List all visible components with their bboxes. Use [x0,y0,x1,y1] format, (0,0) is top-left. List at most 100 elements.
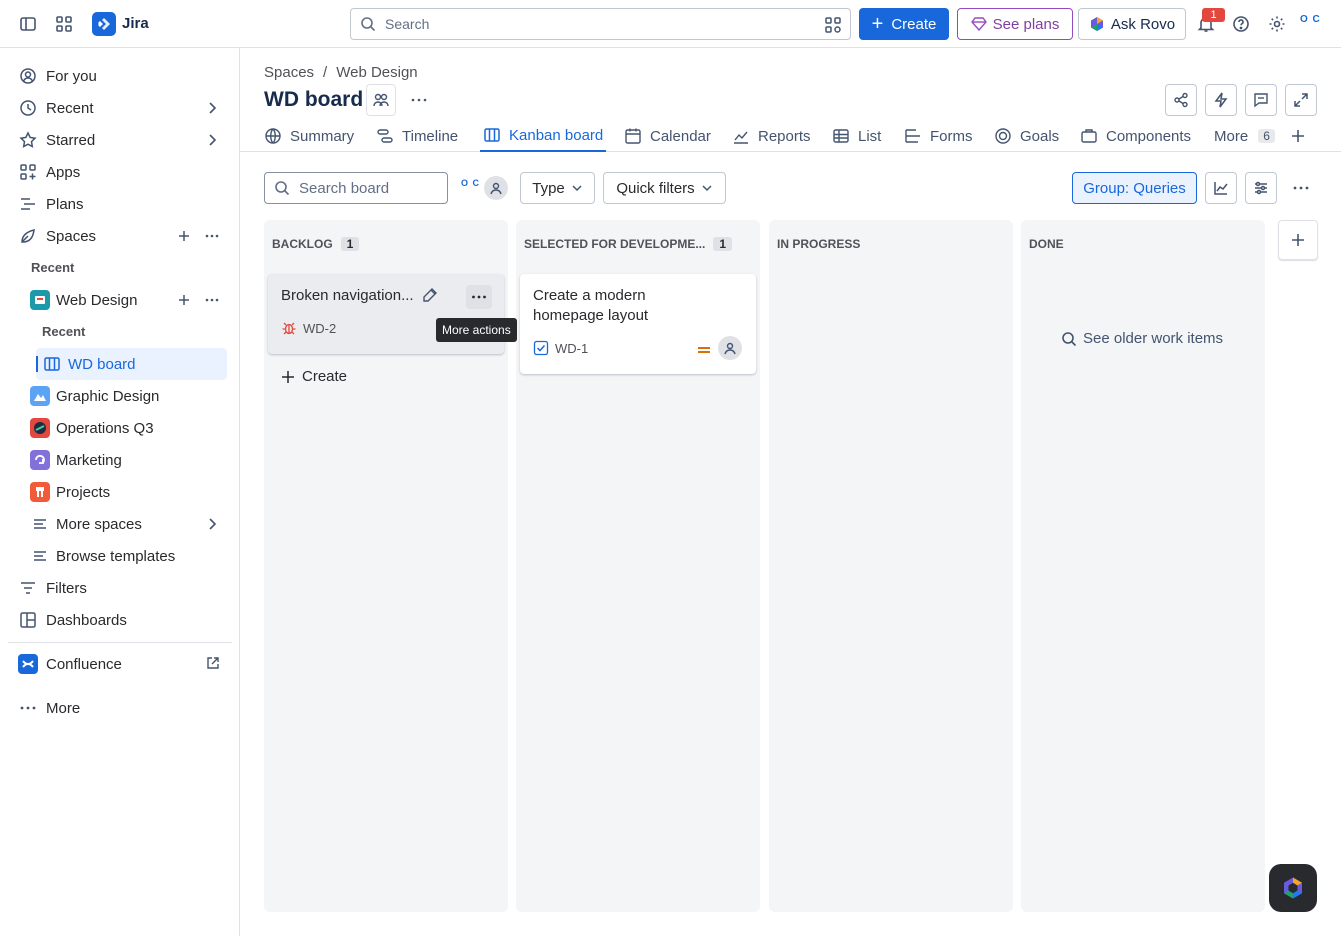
more-actions-icon[interactable] [1285,172,1317,204]
sidebar-item-confluence[interactable]: Confluence [8,648,228,680]
sidebar-item-browse-templates[interactable]: Browse templates [8,540,228,572]
chevron-right-icon[interactable] [204,100,220,116]
tab-forms[interactable]: Forms [904,120,973,152]
app-switcher-icon[interactable] [52,12,76,36]
view-settings-icon[interactable] [1245,172,1277,204]
add-space-icon[interactable] [176,228,192,244]
tab-more[interactable]: More 6 [1214,120,1275,152]
more-options-icon[interactable] [410,92,428,108]
add-tab-icon[interactable] [1290,120,1306,152]
feedback-icon[interactable] [1245,84,1277,116]
sidebar-label: Confluence [46,655,122,673]
share-icon[interactable] [1165,84,1197,116]
board-icon [484,128,500,142]
automation-lightning-icon[interactable] [1205,84,1237,116]
sidebar: For you Recent Starred Apps Plans Spaces… [0,48,240,936]
column-done: DONE See older work items [1021,220,1265,912]
operations-space-icon [30,418,50,438]
app-name[interactable]: Jira [122,15,149,32]
tab-summary[interactable]: Summary [264,120,354,152]
recent-section-label: Recent [31,260,75,275]
column-header: BACKLOG 1 [272,237,360,251]
sidebar-item-wd-board[interactable]: WD board [36,348,227,380]
sidebar-item-starred[interactable]: Starred [8,124,228,156]
card-wd-1[interactable]: Create a modern homepage layout WD-1 [520,274,756,374]
see-older-label: See older work items [1083,330,1224,347]
tab-calendar[interactable]: Calendar [624,120,711,152]
breadcrumb: Spaces / Web Design [264,64,418,81]
tab-label: Kanban board [509,126,604,144]
insights-chart-icon[interactable] [1205,172,1237,204]
tab-label: List [858,127,882,145]
type-filter-dropdown[interactable]: Type [520,172,595,204]
assignee-avatar[interactable] [718,336,742,360]
edit-pencil-icon[interactable] [422,287,438,303]
sidebar-item-filters[interactable]: Filters [8,572,228,604]
unassigned-avatar[interactable] [484,176,508,200]
sidebar-item-plans[interactable]: Plans [8,188,228,220]
sidebar-item-marketing[interactable]: Marketing [8,444,228,476]
calendar-icon [625,128,641,144]
card-key[interactable]: WD-1 [533,340,588,356]
fullscreen-icon[interactable] [1285,84,1317,116]
quick-filters-dropdown[interactable]: Quick filters [603,172,726,204]
chevron-right-icon[interactable] [204,132,220,148]
sidebar-label: Starred [46,131,96,149]
group-by-button[interactable]: Group: Queries [1072,172,1197,204]
sidebar-item-spaces[interactable]: Spaces [8,220,228,252]
sidebar-item-operations-q3[interactable]: Operations Q3 [8,412,228,444]
jira-logo-icon[interactable] [92,12,116,36]
sidebar-item-apps[interactable]: Apps [8,156,228,188]
tab-timeline[interactable]: Timeline [376,120,458,152]
chevron-right-icon[interactable] [204,516,220,532]
user-circle-icon [18,66,38,86]
tab-goals[interactable]: Goals [994,120,1059,152]
more-options-icon[interactable] [204,228,220,244]
sidebar-item-more-spaces[interactable]: More spaces [8,508,228,540]
diamond-icon [970,17,987,31]
user-avatar-filter[interactable]: O C [461,178,480,188]
breadcrumb-spaces[interactable]: Spaces [264,64,314,81]
see-plans-button[interactable]: See plans [957,8,1073,40]
sidebar-item-recent[interactable]: Recent [8,92,228,124]
sidebar-item-for-you[interactable]: For you [8,60,228,92]
tab-components[interactable]: Components [1080,120,1191,152]
sidebar-item-graphic-design[interactable]: Graphic Design [8,380,228,412]
card-more-actions-button[interactable] [466,285,492,309]
team-icon[interactable] [366,84,396,116]
chevron-down-icon [702,185,712,192]
tab-list[interactable]: List [832,120,881,152]
search-filter-icon[interactable] [824,16,842,34]
tab-kanban-board[interactable]: Kanban board [480,120,607,152]
more-options-icon[interactable] [204,292,220,308]
sidebar-item-web-design[interactable]: Web Design [8,284,228,316]
sidebar-toggle-icon[interactable] [16,12,40,36]
board-search-input[interactable]: Search board [264,172,448,204]
add-icon[interactable] [176,292,192,308]
sidebar-item-more[interactable]: More [8,692,228,724]
external-link-icon[interactable] [206,656,220,670]
settings-gear-icon[interactable] [1265,12,1289,36]
global-search-input[interactable]: Search [350,8,851,40]
ask-rovo-button[interactable]: Ask Rovo [1078,8,1186,40]
tab-reports[interactable]: Reports [732,120,811,152]
active-indicator [36,356,38,372]
search-placeholder: Search [385,16,430,32]
rovo-chat-button[interactable] [1269,864,1317,912]
card-wd-2[interactable]: Broken navigation... WD-2 [268,274,504,354]
card-key[interactable]: WD-2 [281,320,336,336]
see-older-work-items-link[interactable]: See older work items [1061,330,1223,347]
breadcrumb-web-design[interactable]: Web Design [336,64,417,81]
card-title-line: homepage layout [533,307,649,324]
board-icon [42,354,62,374]
create-button[interactable]: + Create [859,8,949,40]
globe-icon [265,128,281,144]
sidebar-label: Plans [46,195,84,213]
column-title: BACKLOG [272,237,333,251]
sidebar-item-projects[interactable]: Projects [8,476,228,508]
create-issue-button[interactable]: Create [280,368,347,385]
user-avatar[interactable]: O C [1300,14,1326,34]
add-column-button[interactable] [1278,220,1318,260]
sidebar-item-dashboards[interactable]: Dashboards [8,604,228,636]
help-icon[interactable] [1229,12,1253,36]
